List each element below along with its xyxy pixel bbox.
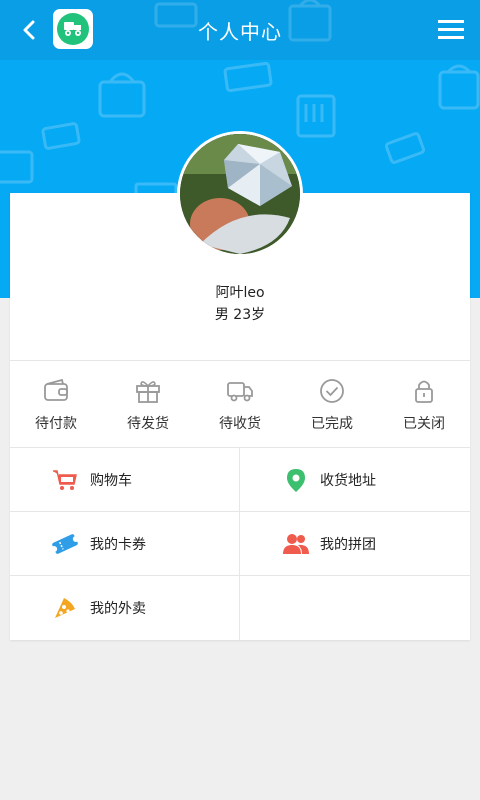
menu-item-address[interactable]: 收货地址 bbox=[240, 448, 470, 512]
menu-item-empty bbox=[240, 576, 470, 640]
order-label: 待付款 bbox=[35, 416, 77, 432]
menu-item-label: 我的外卖 bbox=[90, 601, 146, 617]
order-label: 已关闭 bbox=[403, 416, 445, 432]
menu-row: 购物车 收货地址 bbox=[10, 448, 470, 512]
wallet-icon bbox=[44, 378, 68, 401]
order-pending-payment[interactable]: 待付款 bbox=[10, 361, 102, 447]
order-closed[interactable]: 已关闭 bbox=[378, 361, 470, 447]
menu-row: 我的卡券 我的拼团 bbox=[10, 512, 470, 576]
menu-item-label: 收货地址 bbox=[320, 473, 376, 489]
user-gender-age: 男 23岁 bbox=[214, 307, 266, 323]
menu-item-label: 我的拼团 bbox=[320, 537, 376, 553]
user-name: 阿叶leo bbox=[215, 285, 265, 301]
pizza-icon bbox=[55, 598, 75, 618]
location-pin-icon bbox=[287, 469, 305, 492]
menu-item-label: 我的卡券 bbox=[90, 537, 146, 553]
avatar[interactable] bbox=[177, 131, 303, 257]
order-label: 待收货 bbox=[219, 416, 261, 432]
group-icon bbox=[283, 534, 309, 554]
menu-row: 我的外卖 bbox=[10, 576, 470, 640]
cart-icon bbox=[53, 470, 77, 490]
truck-icon bbox=[227, 382, 253, 402]
menu-grid: 购物车 收货地址 我的卡券 我的拼团 我的外卖 bbox=[10, 448, 470, 640]
menu-item-coupons[interactable]: 我的卡券 bbox=[10, 512, 240, 576]
topbar-pattern-icon bbox=[154, 0, 332, 42]
menu-item-cart[interactable]: 购物车 bbox=[10, 448, 240, 512]
lock-icon bbox=[415, 380, 433, 403]
check-circle-icon bbox=[320, 379, 344, 403]
gift-icon bbox=[136, 381, 160, 403]
profile-card: 阿叶leo 男 23岁 待付款 待发货 待收货 已完成 已关闭 购物车 收货地址… bbox=[10, 193, 470, 640]
order-label: 待发货 bbox=[127, 416, 169, 432]
order-completed[interactable]: 已完成 bbox=[286, 361, 378, 447]
diamond-ring-photo-icon bbox=[180, 134, 300, 254]
order-label: 已完成 bbox=[311, 416, 353, 432]
order-pending-shipment[interactable]: 待发货 bbox=[102, 361, 194, 447]
order-status-bar: 待付款 待发货 待收货 已完成 已关闭 bbox=[10, 361, 470, 447]
order-pending-receipt[interactable]: 待收货 bbox=[194, 361, 286, 447]
menu-item-group-buy[interactable]: 我的拼团 bbox=[240, 512, 470, 576]
menu-item-takeout[interactable]: 我的外卖 bbox=[10, 576, 240, 640]
ticket-icon bbox=[52, 534, 78, 554]
menu-item-label: 购物车 bbox=[90, 473, 132, 489]
